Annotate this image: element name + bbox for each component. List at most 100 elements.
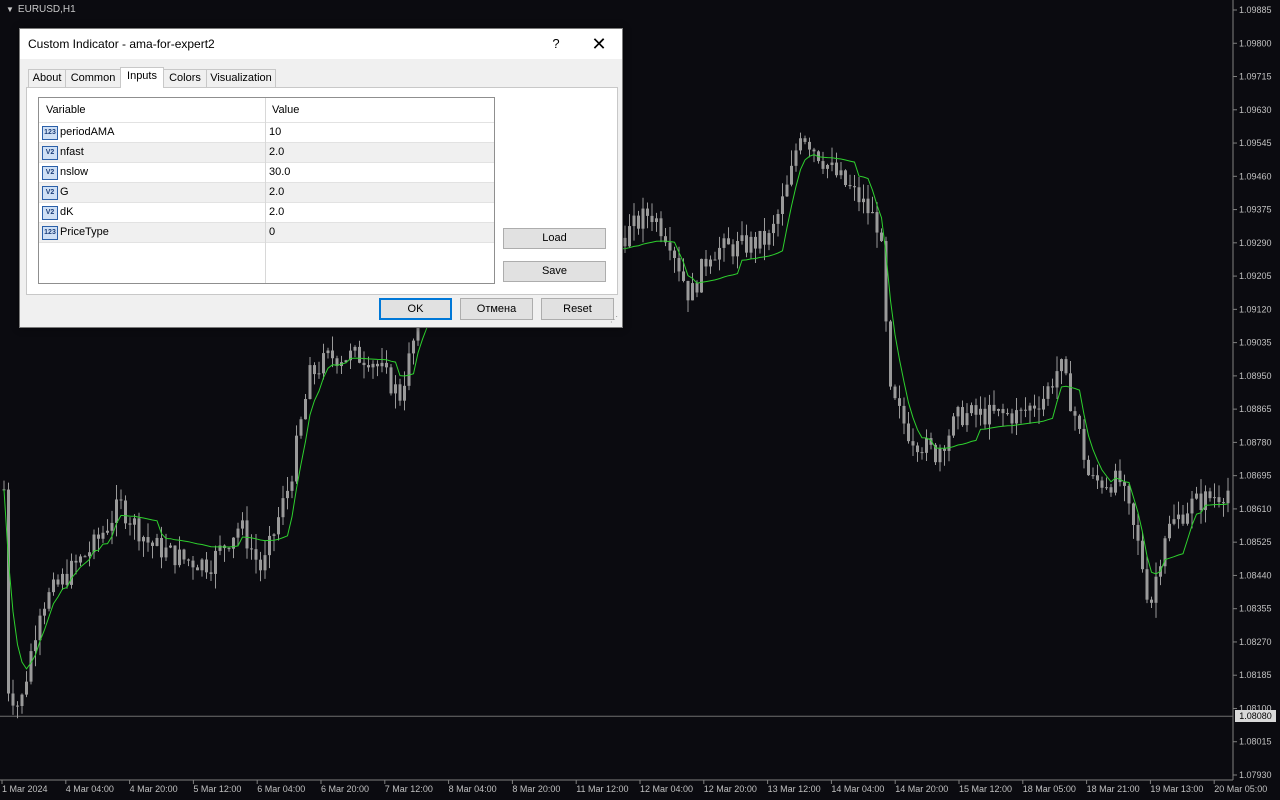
candle-body [254,549,258,560]
variable-name: PriceType [60,226,109,238]
table-row[interactable]: V2 G 2.0 [39,183,494,203]
time-tick-label: 6 Mar 20:00 [321,784,369,794]
price-tick-label: 1.08270 [1239,637,1272,647]
table-row[interactable]: 123 PriceType 0 [39,223,494,243]
candle-body [169,545,172,548]
candle-body [299,419,303,436]
variable-value[interactable]: 2.0 [269,146,284,158]
time-tick-label: 18 Mar 21:00 [1087,784,1140,794]
candle-body [1069,373,1072,412]
variable-value[interactable]: 10 [269,126,281,138]
reset-button[interactable]: Reset [541,298,614,320]
candle-body [1042,398,1045,410]
header-variable[interactable]: Variable [46,104,86,116]
save-button[interactable]: Save [503,261,606,282]
candle-body [799,138,802,151]
tab-about[interactable]: About [28,69,66,87]
help-button[interactable]: ? [536,29,576,59]
header-value[interactable]: Value [272,104,299,116]
candle-body [173,545,177,566]
candle-body [812,149,816,152]
candle-body [52,579,55,593]
candle-body [110,522,114,531]
candle-body [700,258,703,293]
candle-body [862,198,865,203]
inputs-panel: Variable Value 123 periodAMA 10 V2 nfast… [26,87,618,295]
candle-body [74,560,78,563]
variable-name: dK [60,206,74,218]
cancel-button[interactable]: Отмена [460,298,533,320]
candle-body [893,386,897,399]
candle-body [83,556,87,558]
candle-body [1145,569,1149,600]
variable-name: nslow [60,166,89,178]
column-divider[interactable] [265,98,266,283]
candle-body [259,559,262,571]
candle-body [1046,386,1050,399]
time-tick-label: 1 Mar 2024 [2,784,48,794]
price-tick-label: 1.09545 [1239,138,1272,148]
tab-common[interactable]: Common [65,69,121,87]
table-row[interactable]: V2 dK 2.0 [39,203,494,223]
candle-body [970,405,973,414]
candle-body [191,560,195,568]
resize-grip-icon[interactable]: ⋰ [610,315,618,324]
time-tick-label: 5 Mar 12:00 [193,784,241,794]
candle-body [1141,540,1144,570]
candle-body [1078,415,1081,429]
candle-body [358,346,361,363]
variable-value[interactable]: 2.0 [269,186,284,198]
candle-body [119,499,123,501]
candle-body [1177,514,1180,520]
candle-body [911,441,915,446]
candle-body [367,365,370,368]
time-tick-label: 11 Mar 12:00 [576,784,628,794]
tab-inputs[interactable]: Inputs [120,67,164,88]
table-row[interactable]: 123 periodAMA 10 [39,123,494,143]
close-button[interactable]: ✕ [576,29,622,59]
candle-body [389,367,393,394]
variable-name: periodAMA [60,126,115,138]
candle-body [1024,409,1027,411]
tab-colors[interactable]: Colors [163,69,207,87]
candle-body [1096,475,1099,481]
candle-body [1019,409,1023,411]
candle-body [394,384,397,394]
candle-body [286,490,289,499]
candle-body [16,705,19,707]
candle-body [268,535,271,556]
candle-body [1033,405,1036,409]
price-tick-label: 1.07930 [1239,770,1272,780]
candle-body [1199,493,1203,511]
table-row[interactable]: V2 nslow 30.0 [39,163,494,183]
candle-body [637,215,640,229]
time-tick-label: 4 Mar 20:00 [130,784,178,794]
table-row[interactable]: V2 nfast 2.0 [39,143,494,163]
candle-body [943,448,946,451]
price-tick-label: 1.09290 [1239,238,1272,248]
time-tick-label: 19 Mar 13:00 [1150,784,1203,794]
inputs-table: Variable Value 123 periodAMA 10 V2 nfast… [38,97,495,284]
candle-body [200,559,204,571]
candle-body [844,170,847,186]
candle-body [371,363,375,368]
time-tick-label: 14 Mar 04:00 [831,784,884,794]
variable-value[interactable]: 0 [269,226,275,238]
candle-body [97,534,100,539]
load-button[interactable]: Load [503,228,606,249]
candle-body [821,161,825,169]
candle-body [727,238,730,245]
candle-body [790,165,793,185]
tab-visualization[interactable]: Visualization [206,69,276,87]
candle-body [34,640,37,652]
candle-body [164,547,168,558]
variable-value[interactable]: 2.0 [269,206,284,218]
dropdown-triangle-icon[interactable]: ▼ [6,5,14,14]
candle-body [1186,513,1189,524]
candle-body [11,693,15,706]
dialog-titlebar[interactable]: Custom Indicator - ama-for-expert2 ? ✕ [20,29,622,59]
variable-value[interactable]: 30.0 [269,166,290,178]
candle-body [182,549,186,560]
candle-body [1172,519,1176,524]
ok-button[interactable]: OK [379,298,452,320]
